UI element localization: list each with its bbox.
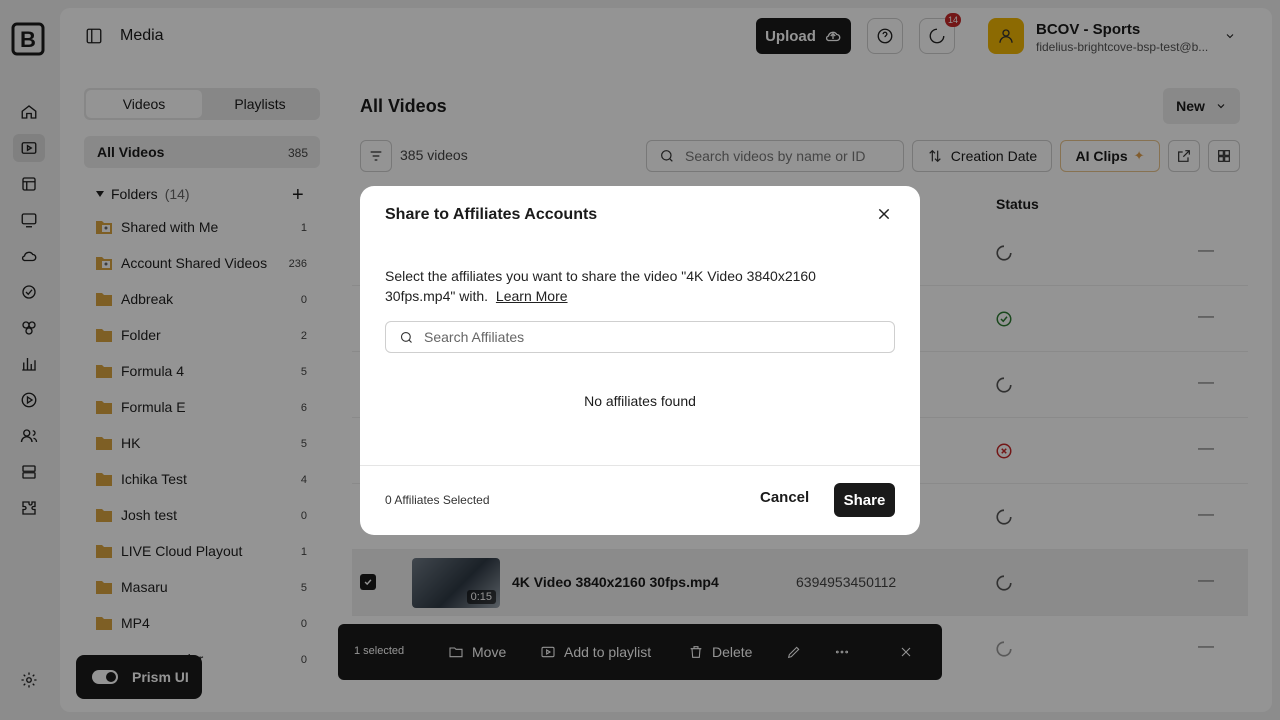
empty-state-message: No affiliates found (584, 393, 696, 409)
description-text: Select the affiliates you want to share … (385, 268, 816, 304)
search-icon (400, 331, 412, 343)
dialog-description: Select the affiliates you want to share … (385, 266, 865, 306)
share-affiliates-dialog: Share to Affiliates Accounts Select the … (360, 186, 920, 535)
affiliates-search-placeholder: Search Affiliates (424, 329, 525, 345)
share-button[interactable]: Share (834, 483, 895, 517)
affiliates-search-input[interactable]: Search Affiliates (385, 321, 895, 353)
dialog-divider (360, 465, 920, 466)
learn-more-link[interactable]: Learn More (496, 288, 568, 304)
affiliates-selected-count: 0 Affiliates Selected (385, 493, 490, 507)
cancel-button[interactable]: Cancel (760, 489, 809, 506)
close-icon[interactable] (876, 206, 892, 222)
dialog-title: Share to Affiliates Accounts (385, 206, 598, 223)
